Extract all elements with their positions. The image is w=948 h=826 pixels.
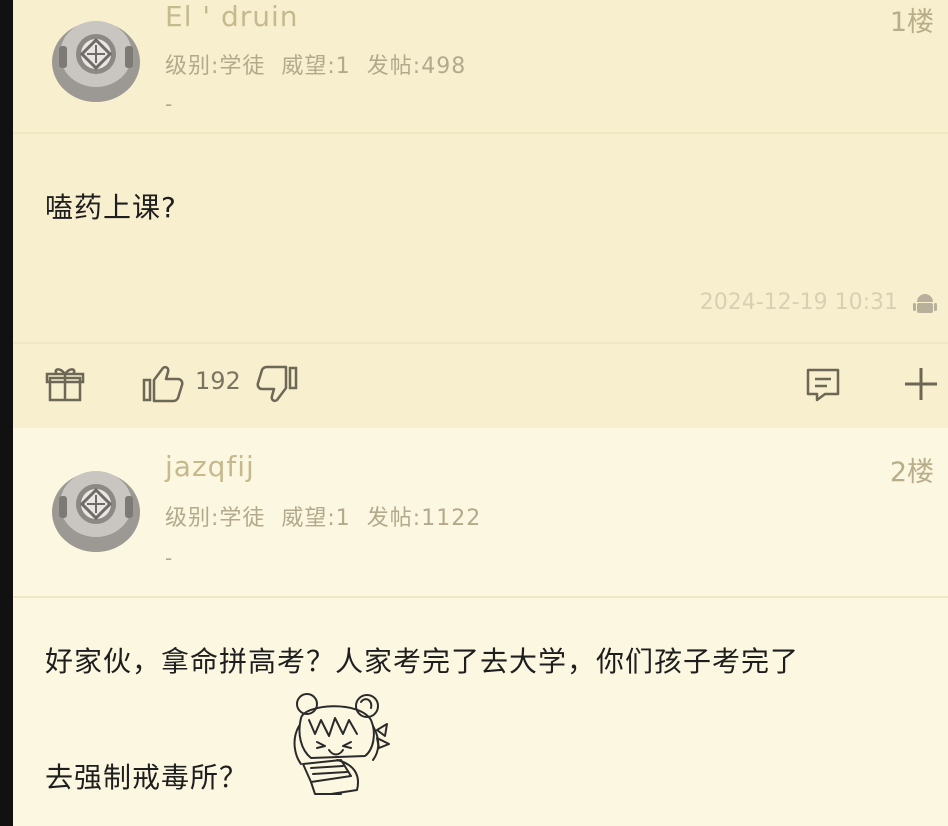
divider xyxy=(13,596,948,598)
divider xyxy=(13,132,948,134)
post-content-line-1: 好家伙，拿命拼高考？人家考完了去大学，你们孩子考完了 xyxy=(45,645,800,678)
android-icon xyxy=(913,294,937,313)
gift-icon[interactable] xyxy=(45,362,85,406)
thumbs-up-icon[interactable] xyxy=(141,362,185,406)
post-content: 嗑药上课? xyxy=(45,191,177,224)
user-signature: - xyxy=(165,92,173,116)
floor-number: 1楼 xyxy=(889,7,934,38)
post-time: 2024-12-19 10:31 xyxy=(699,290,898,315)
left-edge-bar xyxy=(0,0,13,826)
post-floor-1: El ' druin 1楼 级别:学徒 威望:1 发帖:498 - 嗑药上课? … xyxy=(13,0,948,428)
plus-icon[interactable] xyxy=(901,362,941,406)
username[interactable]: El ' druin xyxy=(165,0,299,33)
post-floor-2: jazqfij 2楼 级别:学徒 威望:1 发帖:1122 - 好家伙，拿命拼高… xyxy=(13,428,948,826)
floor-number: 2楼 xyxy=(889,457,934,488)
thumbs-down-icon[interactable] xyxy=(255,362,299,406)
comment-icon[interactable] xyxy=(803,362,843,406)
user-signature: - xyxy=(165,546,173,570)
divider xyxy=(13,342,948,344)
post-content-line-2: 去强制戒毒所？ xyxy=(45,761,249,794)
user-meta: 级别:学徒 威望:1 发帖:498 xyxy=(165,54,467,79)
username[interactable]: jazqfij xyxy=(165,450,255,483)
avatar-icon[interactable] xyxy=(49,462,143,556)
anime-girl-sticker xyxy=(293,693,390,795)
like-count: 192 xyxy=(195,367,241,395)
avatar-icon[interactable] xyxy=(49,12,143,106)
user-meta: 级别:学徒 威望:1 发帖:1122 xyxy=(165,506,482,531)
